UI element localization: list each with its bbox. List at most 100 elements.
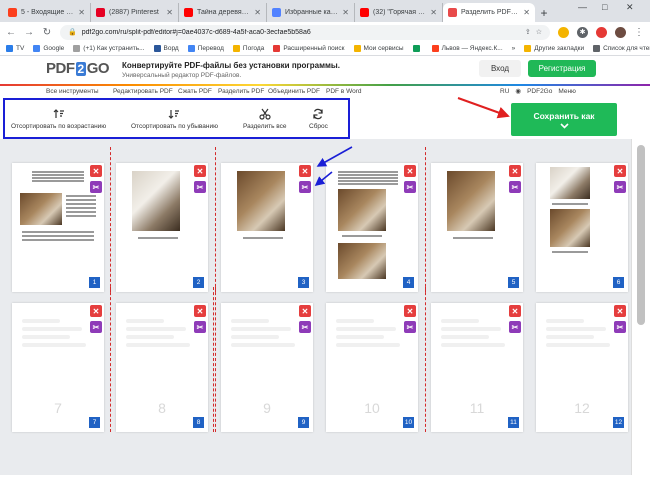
avatar[interactable] — [615, 26, 626, 38]
page-number-badge: 11 — [508, 417, 519, 428]
bookmark-item[interactable] — [412, 45, 423, 52]
tab-close-icon[interactable]: ✕ — [166, 8, 173, 17]
sort-descending-button[interactable]: Отсортировать по убыванию — [131, 108, 218, 130]
menu-all-tools[interactable]: Все инструменты — [46, 88, 99, 95]
bookmark-item[interactable]: Львов — Яндекс.К... — [431, 45, 503, 52]
bookmark-item[interactable]: Ворд — [153, 45, 179, 52]
browser-tab[interactable]: Избранные каналы — ✕ — [267, 3, 355, 22]
menu-split-pdf[interactable]: Разделить PDF — [218, 88, 264, 95]
split-page-button[interactable]: ✂ — [194, 321, 206, 333]
close-window-icon[interactable]: ✕ — [626, 2, 634, 13]
tab-close-icon[interactable]: ✕ — [430, 8, 437, 17]
bookmark-item[interactable]: Другие закладки — [524, 45, 584, 52]
page-photo — [447, 171, 495, 231]
delete-page-button[interactable]: ✕ — [299, 165, 311, 177]
bookmark-star-icon[interactable]: ☆ — [536, 28, 542, 36]
bookmark-item[interactable]: Погода — [232, 45, 264, 52]
forward-icon[interactable]: → — [24, 27, 34, 38]
text-line — [66, 203, 96, 205]
split-page-button[interactable]: ✂ — [404, 321, 416, 333]
bookmarks-more-icon[interactable]: » — [512, 45, 516, 52]
tab-close-icon[interactable]: ✕ — [78, 8, 85, 17]
bookmark-label: Перевод — [197, 45, 224, 52]
new-tab-button[interactable]: + — [535, 3, 553, 22]
extension-icon[interactable] — [558, 26, 569, 38]
delete-page-button[interactable]: ✕ — [299, 305, 311, 317]
menu-edit-pdf[interactable]: Редактировать PDF — [113, 88, 173, 95]
split-all-button[interactable]: Разделить все — [243, 108, 287, 130]
page-toolbar: Отсортировать по возрастанию Отсортирова… — [3, 98, 350, 139]
tab-label: Разделить PDF — Разд — [461, 9, 520, 16]
split-page-button[interactable]: ✂ — [90, 181, 102, 193]
menu-merge-pdf[interactable]: Объединить PDF — [268, 88, 320, 95]
save-as-button[interactable]: Сохранить как — [511, 103, 617, 136]
page-photo — [237, 171, 285, 231]
placeholder-line — [441, 319, 479, 323]
browser-tab[interactable]: (2887) Pinterest ✕ — [91, 3, 179, 22]
register-button[interactable]: Регистрация — [528, 60, 596, 77]
back-icon[interactable]: ← — [6, 27, 16, 38]
text-line — [32, 180, 84, 182]
browser-tab[interactable]: 5 - Входящие — Янд ✕ — [3, 3, 91, 22]
delete-page-button[interactable]: ✕ — [404, 165, 416, 177]
login-button[interactable]: Вход — [479, 60, 521, 77]
bookmark-item[interactable]: Google — [33, 45, 64, 52]
brand-small-label[interactable]: PDF2Go — [527, 88, 552, 95]
menu-pdf-to-word[interactable]: PDF в Word — [326, 88, 361, 95]
bookmark-item[interactable]: TV — [6, 45, 24, 52]
bookmark-item[interactable]: Мои сервисы — [353, 45, 404, 52]
delete-page-button[interactable]: ✕ — [90, 305, 102, 317]
scrollbar-thumb[interactable] — [637, 145, 645, 325]
split-all-label: Разделить все — [243, 123, 287, 130]
tab-close-icon[interactable]: ✕ — [254, 8, 261, 17]
split-page-button[interactable]: ✂ — [299, 321, 311, 333]
menu-compress-pdf[interactable]: Сжать PDF — [178, 88, 212, 95]
reset-button[interactable]: Сброс — [309, 108, 328, 130]
page-photo — [338, 243, 386, 279]
bookmark-item[interactable]: Перевод — [187, 45, 224, 52]
bookmark-item[interactable]: Список для чтения — [593, 45, 650, 52]
url-text: pdf2go.com/ru/split-pdf/editor#j=0ae4037… — [81, 28, 311, 36]
tab-close-icon[interactable]: ✕ — [523, 8, 530, 17]
puzzle-icon[interactable]: ✱ — [577, 26, 588, 38]
delete-page-button[interactable]: ✕ — [509, 305, 521, 317]
delete-page-button[interactable]: ✕ — [194, 165, 206, 177]
sort-ascending-button[interactable]: Отсортировать по возрастанию — [11, 108, 106, 130]
split-page-button[interactable]: ✂ — [614, 321, 626, 333]
bookmark-label: Ворд — [163, 45, 179, 52]
kebab-menu-icon[interactable]: ⋮ — [634, 27, 644, 38]
split-page-button[interactable]: ✂ — [194, 181, 206, 193]
browser-tab[interactable]: Тайна деревянных ид ✕ — [179, 3, 267, 22]
split-page-button[interactable]: ✂ — [90, 321, 102, 333]
bookmark-item[interactable]: Расширенный поиск — [273, 45, 345, 52]
delete-page-button[interactable]: ✕ — [614, 305, 626, 317]
delete-page-button[interactable]: ✕ — [90, 165, 102, 177]
browser-tab[interactable]: (32) "Горячая точка" 1 ✕ — [355, 3, 443, 22]
split-page-button[interactable]: ✂ — [509, 181, 521, 193]
share-icon[interactable]: ⇪ — [525, 28, 531, 36]
menu-button[interactable]: Меню — [558, 88, 576, 95]
delete-page-button[interactable]: ✕ — [194, 305, 206, 317]
tab-close-icon[interactable]: ✕ — [342, 8, 349, 17]
delete-page-button[interactable]: ✕ — [509, 165, 521, 177]
placeholder-line — [126, 335, 174, 339]
language-selector[interactable]: RU — [500, 88, 509, 95]
pdf2go-logo[interactable]: PDF 2 GO — [46, 60, 110, 77]
split-page-button[interactable]: ✂ — [614, 181, 626, 193]
bookmark-item[interactable]: (+1) Как устранить... — [73, 45, 145, 52]
delete-page-button[interactable]: ✕ — [614, 165, 626, 177]
reload-icon[interactable]: ↻ — [42, 27, 52, 38]
maximize-icon[interactable]: □ — [602, 2, 607, 12]
scrollbar[interactable] — [631, 139, 650, 475]
split-page-button[interactable]: ✂ — [509, 321, 521, 333]
bookmark-icon — [412, 45, 420, 52]
browser-tab[interactable]: Разделить PDF — Разд ✕ — [443, 3, 535, 22]
minimize-icon[interactable]: — — [578, 2, 587, 12]
extension-red-icon[interactable] — [596, 26, 607, 38]
placeholder-line — [441, 327, 501, 331]
delete-page-button[interactable]: ✕ — [404, 305, 416, 317]
split-page-button[interactable]: ✂ — [299, 181, 311, 193]
url-field[interactable]: 🔒 pdf2go.com/ru/split-pdf/editor#j=0ae40… — [60, 24, 550, 40]
text-line — [338, 171, 398, 173]
split-page-button[interactable]: ✂ — [404, 181, 416, 193]
